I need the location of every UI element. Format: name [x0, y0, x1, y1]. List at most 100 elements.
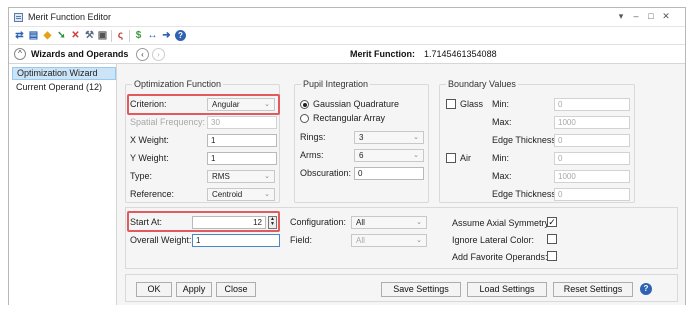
add-favorite-operands-label: Add Favorite Operands:	[452, 252, 548, 262]
next-button[interactable]: ›	[152, 48, 165, 61]
chevron-down-icon: ⌄	[416, 219, 422, 226]
start-at-input[interactable]	[192, 216, 266, 229]
swap-icon[interactable]: ↔	[147, 30, 158, 41]
air-max-input[interactable]	[554, 170, 630, 183]
left-nav: Optimization Wizard Current Operand (12)	[9, 64, 117, 305]
chevron-down-icon: ⌄	[413, 134, 419, 141]
delete-icon[interactable]: ✕	[70, 30, 81, 41]
y-weight-input[interactable]	[207, 152, 277, 165]
insert-icon[interactable]: ➘	[56, 30, 67, 41]
editor-app-icon	[14, 13, 23, 22]
rings-select[interactable]: 3 ⌄	[354, 131, 424, 144]
load-icon[interactable]: ◆	[42, 30, 53, 41]
title-bar: Merit Function Editor ▾ – □ ✕	[9, 8, 685, 27]
chevron-down-icon: ⌄	[413, 152, 419, 159]
air-edge-thickness-input[interactable]	[554, 188, 630, 201]
criterion-label: Criterion:	[130, 99, 167, 109]
tools-icon[interactable]: ⚒	[84, 30, 95, 41]
obscuration-input[interactable]	[354, 167, 424, 180]
glass-checkbox[interactable]	[446, 99, 456, 109]
chevron-down-icon: ⌄	[416, 237, 422, 244]
assume-axial-symmetry-checkbox[interactable]: ✓	[547, 217, 557, 227]
arms-select[interactable]: 6 ⌄	[354, 149, 424, 162]
collapse-icon[interactable]: ▾	[616, 11, 626, 22]
toolbar-separator	[129, 30, 130, 42]
chevron-down-icon: ⌄	[264, 101, 270, 108]
rectangular-array-label: Rectangular Array	[313, 113, 386, 123]
type-select[interactable]: RMS ⌄	[207, 170, 275, 183]
field-select[interactable]: All ⌄	[351, 234, 427, 247]
glass-edge-thickness-input[interactable]	[554, 134, 630, 147]
previous-button[interactable]: ‹	[136, 48, 149, 61]
window-title: Merit Function Editor	[28, 12, 112, 22]
x-weight-label: X Weight:	[130, 135, 169, 145]
nav-optimization-wizard[interactable]: Optimization Wizard	[12, 67, 116, 80]
air-min-input[interactable]	[554, 152, 630, 165]
toolbar: ⇄ ▤ ◆ ➘ ✕ ⚒ ▣ ς $ ↔ ➜ ?	[9, 27, 685, 45]
toolbar-separator	[111, 30, 112, 42]
reference-label: Reference:	[130, 189, 175, 199]
start-at-label: Start At:	[130, 217, 163, 227]
type-label: Type:	[130, 171, 153, 181]
glass-max-input[interactable]	[554, 116, 630, 129]
minimize-icon[interactable]: –	[631, 11, 641, 21]
criterion-select[interactable]: Angular ⌄	[207, 98, 275, 111]
ok-button[interactable]: OK	[136, 282, 172, 297]
reset-settings-button[interactable]: Reset Settings	[553, 282, 633, 297]
rings-label: Rings:	[300, 132, 326, 142]
ignore-lateral-color-checkbox[interactable]	[547, 234, 557, 244]
chevron-down-icon: ⌄	[264, 173, 270, 180]
settings-icon[interactable]: $	[133, 30, 144, 41]
spatial-frequency-input[interactable]	[207, 116, 277, 129]
obscuration-label: Obscuration:	[300, 168, 352, 178]
ignore-lateral-color-label: Ignore Lateral Color:	[452, 235, 535, 245]
help-icon[interactable]: ?	[640, 283, 652, 295]
glass-min-input[interactable]	[554, 98, 630, 111]
y-weight-label: Y Weight:	[130, 153, 169, 163]
air-checkbox[interactable]	[446, 153, 456, 163]
nav-current-operand[interactable]: Current Operand (12)	[12, 81, 116, 94]
overall-weight-input[interactable]	[192, 234, 280, 247]
wizards-bar: ^ Wizards and Operands ‹ › Merit Functio…	[9, 45, 685, 64]
save-settings-button[interactable]: Save Settings	[381, 282, 461, 297]
maximize-icon[interactable]: □	[646, 11, 656, 21]
collapse-wizard-toggle[interactable]: ^	[14, 48, 26, 60]
air-min-label: Min:	[492, 153, 510, 163]
rectangular-array-radio[interactable]	[300, 114, 309, 123]
reference-select[interactable]: Centroid ⌄	[207, 188, 275, 201]
air-max-label: Max:	[492, 171, 512, 181]
save-icon[interactable]: ▤	[28, 30, 39, 41]
add-favorite-operands-checkbox[interactable]	[547, 251, 557, 261]
spatial-frequency-label: Spatial Frequency:	[130, 117, 206, 127]
boundary-values-title: Boundary Values	[446, 79, 518, 89]
assume-axial-symmetry-label: Assume Axial Symmetry:	[452, 218, 552, 228]
refresh-icon[interactable]: ⇄	[14, 30, 25, 41]
configuration-label: Configuration:	[290, 217, 347, 227]
wizards-label: Wizards and Operands	[31, 49, 129, 59]
pupil-integration-title: Pupil Integration	[301, 79, 371, 89]
gaussian-quadrature-label: Gaussian Quadrature	[313, 99, 400, 109]
close-button[interactable]: Close	[216, 282, 256, 297]
field-label: Field:	[290, 235, 313, 245]
merit-function-value: 1.7145461354088	[424, 49, 497, 59]
optimization-function-title: Optimization Function	[132, 79, 224, 89]
glass-min-label: Min:	[492, 99, 510, 109]
x-weight-input[interactable]	[207, 134, 277, 147]
optimize-icon[interactable]: ς	[115, 30, 126, 41]
window-icon[interactable]: ▣	[97, 30, 108, 41]
arms-label: Arms:	[300, 150, 324, 160]
close-icon[interactable]: ✕	[661, 11, 671, 22]
glass-max-label: Max:	[492, 117, 512, 127]
gaussian-quadrature-radio[interactable]	[300, 100, 309, 109]
overall-weight-label: Overall Weight:	[130, 235, 192, 245]
merit-function-label: Merit Function:	[350, 49, 415, 59]
air-edge-thickness-label: Edge Thickness:	[492, 189, 559, 199]
glass-label: Glass	[460, 99, 484, 109]
configuration-select[interactable]: All ⌄	[351, 216, 427, 229]
next-icon[interactable]: ➜	[161, 30, 172, 41]
air-label: Air	[460, 153, 471, 163]
load-settings-button[interactable]: Load Settings	[467, 282, 547, 297]
help-icon[interactable]: ?	[175, 30, 186, 41]
start-at-spinner[interactable]: ▲ ▼	[268, 216, 277, 229]
apply-button[interactable]: Apply	[176, 282, 212, 297]
